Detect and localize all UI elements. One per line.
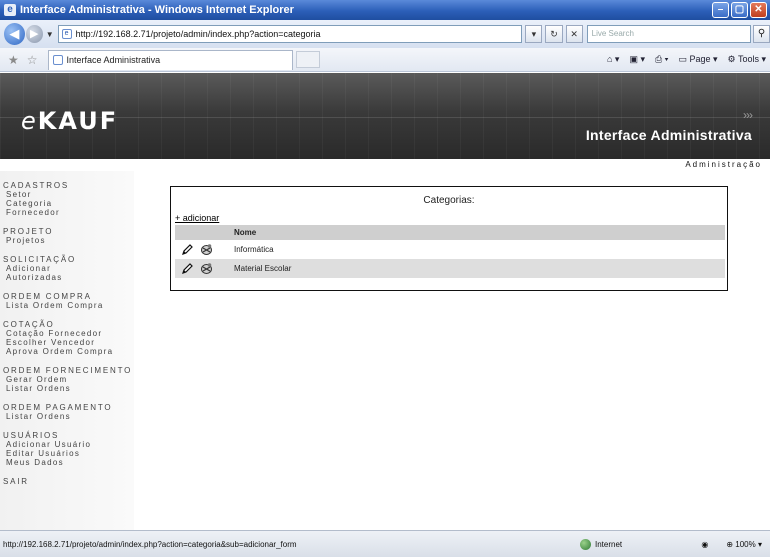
menu-heading: ORDEM FORNECIMENTO xyxy=(3,366,133,375)
sidebar-item-link[interactable]: Listar Ordens xyxy=(3,412,134,421)
maximize-button[interactable]: ▢ xyxy=(731,2,748,18)
search-icon[interactable]: ⚲ xyxy=(752,25,770,43)
category-name-cell: Informática xyxy=(234,245,274,254)
back-button[interactable]: ◀ xyxy=(4,23,25,45)
table-row: Material Escolar xyxy=(175,259,725,278)
menu-group: SOLICITAÇÃO Adicionar Autorizadas xyxy=(3,255,134,282)
table-row: Informática xyxy=(175,240,725,259)
sidebar-item-link[interactable]: Fornecedor xyxy=(3,208,134,217)
categories-panel: Categorias: + adicionar Nome Informática… xyxy=(170,186,728,291)
edit-icon[interactable] xyxy=(181,262,194,275)
tab-label: Interface Administrativa xyxy=(66,55,161,65)
menu-group: ORDEM COMPRA Lista Ordem Compra xyxy=(3,292,134,310)
sidebar-item-link[interactable]: Categoria xyxy=(3,199,134,208)
sidebar-item-link[interactable]: Adicionar xyxy=(3,264,134,273)
zoom-control[interactable]: ◉ ⊕ 100% ▾ xyxy=(701,540,770,549)
print-icon[interactable]: ⎙ ▾ xyxy=(655,54,668,65)
sidebar-item-link[interactable]: Projetos xyxy=(3,236,134,245)
sidebar-item-link[interactable]: Setor xyxy=(3,190,134,199)
refresh-button[interactable]: ↻ xyxy=(545,25,563,43)
menu-heading: CADASTROS xyxy=(3,181,69,190)
menu-heading: SOLICITAÇÃO xyxy=(3,255,76,264)
menu-heading: PROJETO xyxy=(3,227,54,236)
sidebar-item-link[interactable]: Escolher Vencedor xyxy=(3,338,134,347)
menu-group: ORDEM FORNECIMENTO Gerar Ordem Listar Orde… xyxy=(3,366,134,393)
menu-group: PROJETO Projetos xyxy=(3,227,134,245)
menu-heading: USUÁRIOS xyxy=(3,431,60,440)
edit-icon[interactable] xyxy=(181,243,194,256)
add-category-link[interactable]: + adicionar xyxy=(175,213,219,223)
forward-button[interactable]: ▶ xyxy=(25,25,43,43)
window-titlebar: e Interface Administrativa - Windows Int… xyxy=(0,0,770,20)
header-decoration-icon: ››› xyxy=(743,108,753,122)
status-bar: http://192.168.2.71/projeto/admin/index.… xyxy=(0,530,770,557)
url-input[interactable]: e http://192.168.2.71/projeto/admin/inde… xyxy=(57,25,523,43)
sidebar-item-link[interactable]: Lista Ordem Compra xyxy=(3,301,134,310)
menu-group: COTAÇÃO Cotação Fornecedor Escolher Venced… xyxy=(3,320,134,356)
menu-group: SAIR xyxy=(3,477,134,486)
feeds-icon[interactable]: ▣ ▾ xyxy=(629,54,645,65)
row-actions xyxy=(175,240,231,259)
name-column-header: Nome xyxy=(231,225,725,240)
status-url: http://192.168.2.71/projeto/admin/index.… xyxy=(3,539,297,549)
sidebar-item-link[interactable]: Adicionar Usuário xyxy=(3,440,134,449)
url-text: http://192.168.2.71/projeto/admin/index.… xyxy=(75,29,321,39)
menu-group: USUÁRIOS Adicionar Usuário Editar Usuários… xyxy=(3,431,134,467)
home-icon[interactable]: ⌂ ▾ xyxy=(607,54,619,65)
main-content: Categorias: + adicionar Nome Informática… xyxy=(134,171,770,530)
security-zone[interactable]: Internet xyxy=(580,538,623,550)
protected-mode-icon: ◉ xyxy=(701,539,709,549)
sidebar-item-link[interactable]: Cotação Fornecedor xyxy=(3,329,134,338)
panel-title: Categorias: xyxy=(423,195,475,206)
tab-current[interactable]: Interface Administrativa xyxy=(47,49,293,70)
page-menu[interactable]: ▭ Page ▾ xyxy=(678,54,717,65)
sidebar-item-link[interactable]: Editar Usuários xyxy=(3,449,134,458)
tab-page-icon xyxy=(52,55,63,65)
search-placeholder: Live Search xyxy=(591,29,634,38)
zoom-level: ⊕ 100% ▾ xyxy=(726,539,762,549)
delete-icon[interactable] xyxy=(200,243,213,256)
ie-app-icon: e xyxy=(4,4,16,16)
menu-heading: ORDEM PAGAMENTO xyxy=(3,403,113,412)
sidebar-item-link[interactable]: Listar Ordens xyxy=(3,384,134,393)
minimize-button[interactable]: – xyxy=(712,2,729,18)
search-input[interactable]: Live Search xyxy=(586,25,751,43)
categories-table: Nome Informática Material Escolar xyxy=(175,225,725,278)
admin-label: Administração xyxy=(0,159,770,171)
page-icon: e xyxy=(61,29,72,39)
table-header-row: Nome xyxy=(175,225,725,240)
favorites-star-icon[interactable]: ★ xyxy=(8,53,19,67)
history-dropdown-icon[interactable]: ▼ xyxy=(46,30,54,39)
internet-globe-icon xyxy=(580,538,591,550)
tab-bar: ★ ☆ Interface Administrativa ⌂ ▾ ▣ ▾ ⎙ ▾… xyxy=(0,48,770,72)
site-header: eKAUF ››› Interface Administrativa xyxy=(0,73,770,159)
stop-button[interactable]: ✕ xyxy=(565,25,583,43)
menu-heading[interactable]: SAIR xyxy=(3,477,134,486)
close-button[interactable]: ✕ xyxy=(750,2,767,18)
new-tab-button[interactable] xyxy=(295,51,320,68)
menu-group: ORDEM PAGAMENTO Listar Ordens xyxy=(3,403,134,421)
actions-column-header xyxy=(175,225,231,240)
add-favorites-icon[interactable]: ☆ xyxy=(27,53,38,67)
row-actions xyxy=(175,259,231,278)
menu-heading: COTAÇÃO xyxy=(3,320,55,329)
sidebar-item-link[interactable]: Aprova Ordem Compra xyxy=(3,347,134,356)
category-name-cell: Material Escolar xyxy=(231,259,725,278)
menu-heading: ORDEM COMPRA xyxy=(3,292,92,301)
site-logo: eKAUF xyxy=(21,107,119,135)
sidebar-item-link[interactable]: Gerar Ordem xyxy=(3,375,134,384)
command-bar: ⌂ ▾ ▣ ▾ ⎙ ▾ ▭ Page ▾ ⚙ Tools ▾ xyxy=(607,54,770,65)
tools-menu[interactable]: ⚙ Tools ▾ xyxy=(728,54,766,65)
sidebar-item-link[interactable]: Autorizadas xyxy=(3,273,134,282)
menu-group: CADASTROS Setor Categoria Fornecedor xyxy=(3,181,134,217)
header-title: Interface Administrativa xyxy=(585,127,752,143)
address-toolbar: ◀ ▶ ▼ e http://192.168.2.71/projeto/admi… xyxy=(0,20,770,48)
sidebar-item-link[interactable]: Meus Dados xyxy=(3,458,134,467)
delete-icon[interactable] xyxy=(200,262,213,275)
url-dropdown-button[interactable]: ▾ xyxy=(525,25,543,43)
sidebar-menu: CADASTROS Setor Categoria Fornecedor PROJETO… xyxy=(0,171,134,530)
window-title: Interface Administrativa - Windows Inter… xyxy=(20,4,294,16)
zone-label: Internet xyxy=(595,539,623,549)
